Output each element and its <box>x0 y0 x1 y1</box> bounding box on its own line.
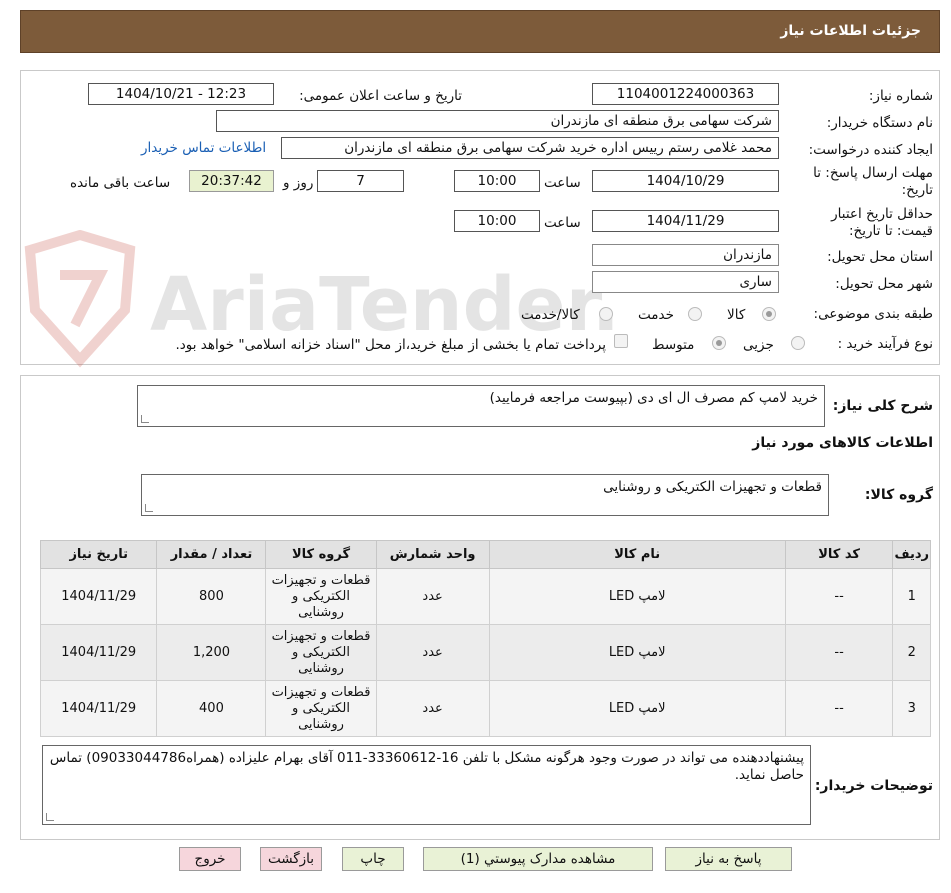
cell-row: 3 <box>892 680 931 737</box>
cell-code: -- <box>784 568 894 625</box>
goods-group-text: قطعات و تجهیزات الکتریکی و روشنایی <box>603 479 822 495</box>
days-label: روز و <box>283 175 314 191</box>
treasury-payment-checkbox[interactable] <box>614 334 628 348</box>
reply-date-field: 1404/10/29 <box>592 170 779 192</box>
announce-label: تاریخ و ساعت اعلان عمومی: <box>299 88 462 104</box>
creator-field: محمد غلامی رستم رییس اداره خرید شرکت سها… <box>281 137 779 159</box>
city-label: شهر محل تحویل: <box>835 276 933 292</box>
category-radio-service[interactable] <box>688 307 702 321</box>
shield-icon <box>24 230 136 368</box>
process-label: نوع فرآیند خرید : <box>837 336 933 352</box>
goods-table: ردیف کد کالا نام کالا واحد شمارش گروه کا… <box>39 540 931 737</box>
creator-label: ایجاد کننده درخواست: <box>808 142 933 158</box>
table-row: 1 -- لامپ LED عدد قطعات و تجهیزات الکتری… <box>39 568 931 625</box>
cell-row: 1 <box>892 568 931 625</box>
cell-code: -- <box>784 624 894 681</box>
goods-group-field[interactable]: قطعات و تجهیزات الکتریکی و روشنایی <box>141 474 829 516</box>
reply-deadline-label: مهلت ارسال پاسخ: تا تاریخ: <box>813 165 933 198</box>
cell-qty: 800 <box>156 568 267 625</box>
cell-group: قطعات و تجهیزات الکتریکی و روشنایی <box>265 624 377 681</box>
remaining-time-field: 20:37:42 <box>189 170 274 192</box>
cell-name: لامپ LED <box>488 680 786 737</box>
reply-time-label: ساعت <box>544 175 581 191</box>
cell-unit: عدد <box>375 680 490 737</box>
watermark-text: AriaTender.neT <box>150 262 620 348</box>
buyer-contact-link[interactable]: اطلاعات تماس خریدار <box>141 140 266 156</box>
summary-label: شرح کلی نیاز: <box>832 398 933 414</box>
price-validity-time-field: 10:00 <box>454 210 540 232</box>
treasury-payment-note: پرداخت تمام یا بخشی از مبلغ خرید،از محل … <box>175 337 606 353</box>
cell-qty: 1,200 <box>156 624 267 681</box>
price-validity-date-field: 1404/11/29 <box>592 210 779 232</box>
price-validity-label: حداقل تاریخ اعتبار قیمت: تا تاریخ: <box>831 206 933 239</box>
cell-group: قطعات و تجهیزات الکتریکی و روشنایی <box>265 568 377 625</box>
back-button[interactable]: بازگشت <box>260 847 322 871</box>
resize-grip-icon <box>145 504 153 512</box>
table-header-row: ردیف کد کالا نام کالا واحد شمارش گروه کا… <box>39 540 931 569</box>
summary-field[interactable]: خرید لامپ کم مصرف ال ای دی (بپیوست مراجع… <box>137 385 825 427</box>
need-number-field: 1104001224000363 <box>592 83 779 105</box>
remaining-label: ساعت باقی مانده <box>70 175 171 191</box>
page-title: جزئیات اطلاعات نیاز <box>780 23 921 39</box>
buyer-label: نام دستگاه خریدار: <box>826 115 933 131</box>
col-row: ردیف <box>892 540 931 569</box>
cell-name: لامپ LED <box>488 568 786 625</box>
buyer-notes-field[interactable]: پیشنهاددهنده می تواند در صورت وجود هرگون… <box>42 745 811 825</box>
need-number-label: شماره نیاز: <box>868 88 933 104</box>
category-option-goods-service: کالا/خدمت <box>521 307 580 323</box>
buyer-field: شرکت سهامی برق منطقه ای مازندران <box>216 110 779 132</box>
goods-section-title: اطلاعات کالاهای مورد نیاز <box>752 435 933 451</box>
reply-time-field: 10:00 <box>454 170 540 192</box>
buyer-notes-label: توضیحات خریدار: <box>814 778 933 794</box>
province-field: مازندران <box>592 244 779 266</box>
process-option-medium: متوسط <box>652 337 695 353</box>
cell-name: لامپ LED <box>488 624 786 681</box>
category-label: طبقه بندی موضوعی: <box>813 306 933 322</box>
category-option-goods: کالا <box>727 307 746 323</box>
buyer-notes-text: پیشنهاددهنده می تواند در صورت وجود هرگون… <box>49 750 804 783</box>
process-radio-medium[interactable] <box>712 336 726 350</box>
goods-group-label: گروه کالا: <box>864 487 933 503</box>
cell-date: 1404/11/29 <box>39 624 158 681</box>
resize-grip-icon <box>141 415 149 423</box>
cell-date: 1404/11/29 <box>39 680 158 737</box>
exit-button[interactable]: خروج <box>179 847 241 871</box>
cell-unit: عدد <box>375 568 490 625</box>
page-header: جزئیات اطلاعات نیاز <box>20 10 940 53</box>
reply-button[interactable]: پاسخ به نیاز <box>665 847 792 871</box>
cell-date: 1404/11/29 <box>39 568 158 625</box>
summary-text: خرید لامپ کم مصرف ال ای دی (بپیوست مراجع… <box>489 390 818 406</box>
process-option-minor: جزیی <box>743 337 774 353</box>
category-radio-goods[interactable] <box>762 307 776 321</box>
category-radio-goods-service[interactable] <box>599 307 613 321</box>
cell-code: -- <box>784 680 894 737</box>
col-date: تاریخ نیاز <box>39 540 158 569</box>
col-qty: تعداد / مقدار <box>156 540 267 569</box>
price-validity-time-label: ساعت <box>544 215 581 231</box>
category-option-service: خدمت <box>638 307 674 323</box>
table-row: 2 -- لامپ LED عدد قطعات و تجهیزات الکتری… <box>39 624 931 681</box>
col-code: کد کالا <box>784 540 894 569</box>
table-row: 3 -- لامپ LED عدد قطعات و تجهیزات الکتری… <box>39 680 931 737</box>
col-name: نام کالا <box>488 540 786 569</box>
resize-grip-icon <box>46 813 54 821</box>
remaining-days-field: 7 <box>317 170 404 192</box>
print-button[interactable]: چاپ <box>342 847 404 871</box>
announce-field: 1404/10/21 - 12:23 <box>88 83 274 105</box>
col-group: گروه کالا <box>265 540 377 569</box>
province-label: استان محل تحویل: <box>827 249 933 265</box>
view-attachments-button[interactable]: مشاهده مدارک پیوستي (1) <box>423 847 653 871</box>
cell-qty: 400 <box>156 680 267 737</box>
cell-unit: عدد <box>375 624 490 681</box>
city-field: ساری <box>592 271 779 293</box>
process-radio-minor[interactable] <box>791 336 805 350</box>
cell-group: قطعات و تجهیزات الکتریکی و روشنایی <box>265 680 377 737</box>
col-unit: واحد شمارش <box>375 540 490 569</box>
cell-row: 2 <box>892 624 931 681</box>
